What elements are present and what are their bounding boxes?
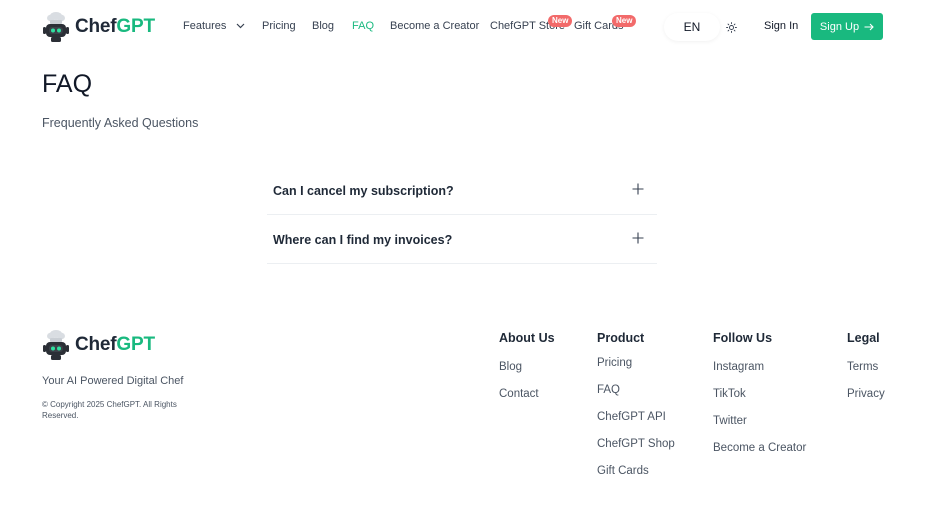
footer-logo[interactable]: ChefGPT: [42, 329, 155, 361]
footer-column-follow: Follow Us Instagram TikTok Twitter Becom…: [713, 331, 806, 454]
footer-link-instagram[interactable]: Instagram: [713, 361, 764, 373]
faq-question: Where can I find my invoices?: [273, 233, 453, 247]
footer-tagline: Your AI Powered Digital Chef: [42, 375, 184, 387]
footer-copyright: © Copyright 2025 ChefGPT. All Rights Res…: [42, 400, 177, 420]
plus-icon[interactable]: [632, 183, 644, 195]
faq-list: Can I cancel my subscription? Where can …: [267, 166, 657, 264]
page-subtitle: Frequently Asked Questions: [42, 116, 199, 130]
footer-link-gift-cards[interactable]: Gift Cards: [597, 465, 649, 477]
sun-icon: [725, 21, 737, 33]
chevron-down-icon: [237, 23, 245, 29]
header-logo[interactable]: ChefGPT: [42, 11, 155, 43]
footer-link-tiktok[interactable]: TikTok: [713, 388, 746, 400]
chef-robot-icon: [43, 12, 69, 42]
footer-link-twitter[interactable]: Twitter: [713, 415, 747, 427]
faq-item[interactable]: Where can I find my invoices?: [267, 215, 657, 264]
footer-link-pricing[interactable]: Pricing: [597, 357, 632, 369]
sign-up-button[interactable]: Sign Up: [811, 13, 883, 40]
sign-in-link[interactable]: Sign In: [764, 20, 798, 32]
theme-toggle[interactable]: [719, 15, 743, 39]
nav-faq[interactable]: FAQ: [352, 20, 374, 32]
footer-link-blog[interactable]: Blog: [499, 361, 522, 373]
footer-column-product: Product Pricing FAQ ChefGPT API ChefGPT …: [597, 331, 675, 477]
brand-name: ChefGPT: [75, 16, 155, 37]
brand-name: ChefGPT: [75, 334, 155, 355]
footer-link-terms[interactable]: Terms: [847, 361, 878, 373]
nav-pricing[interactable]: Pricing: [262, 20, 296, 32]
footer-link-chefgpt-shop[interactable]: ChefGPT Shop: [597, 438, 675, 450]
gift-cards-new-badge: New: [612, 15, 637, 27]
nav-become-creator[interactable]: Become a Creator: [390, 20, 479, 32]
footer-link-faq[interactable]: FAQ: [597, 384, 620, 396]
page-title: FAQ: [42, 70, 93, 98]
faq-question: Can I cancel my subscription?: [273, 184, 454, 198]
faq-item[interactable]: Can I cancel my subscription?: [267, 166, 657, 215]
footer-heading: Follow Us: [713, 331, 773, 345]
footer-column-legal: Legal Terms Privacy: [847, 331, 885, 400]
footer-link-chefgpt-api[interactable]: ChefGPT API: [597, 411, 666, 423]
nav-blog[interactable]: Blog: [312, 20, 334, 32]
language-selector[interactable]: EN: [664, 13, 720, 41]
plus-icon[interactable]: [632, 232, 644, 244]
footer-link-privacy[interactable]: Privacy: [847, 388, 885, 400]
store-new-badge: New: [548, 15, 573, 27]
footer-link-contact[interactable]: Contact: [499, 388, 539, 400]
footer-heading: Product: [597, 331, 645, 345]
site-header: ChefGPT Features Pricing Blog FAQ Become…: [0, 0, 925, 54]
arrow-right-icon: [864, 23, 874, 30]
footer-heading: Legal: [847, 331, 880, 345]
footer-heading: About Us: [499, 331, 555, 345]
chef-robot-icon: [43, 330, 69, 360]
footer-column-about: About Us Blog Contact: [499, 331, 555, 400]
footer-link-become-creator[interactable]: Become a Creator: [713, 442, 806, 454]
nav-features[interactable]: Features: [183, 20, 245, 32]
